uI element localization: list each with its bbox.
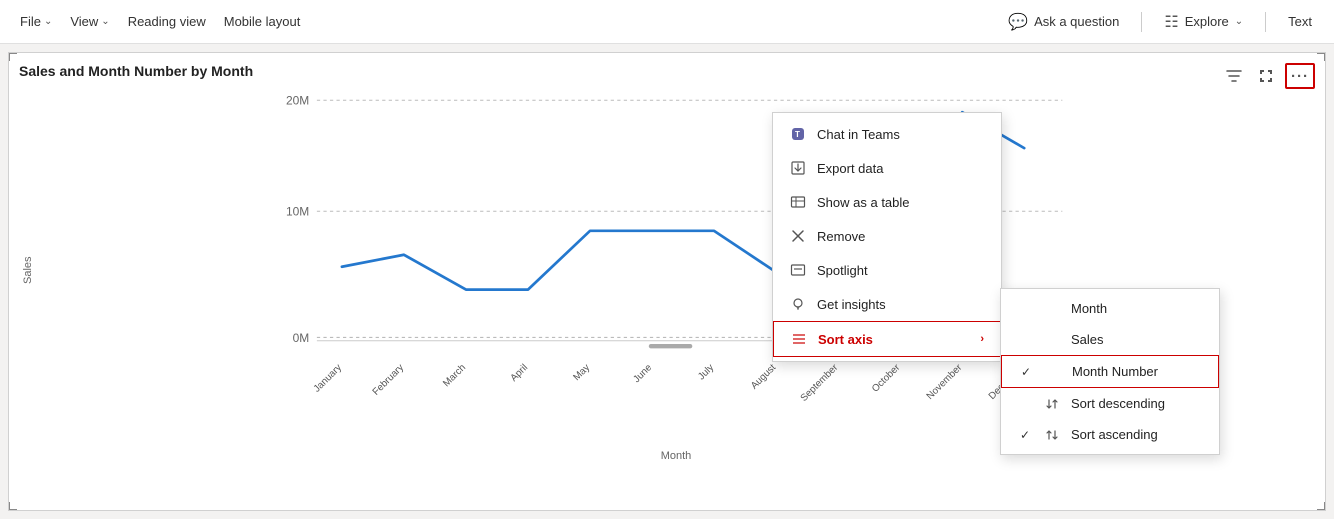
svg-text:20M: 20M <box>286 94 309 108</box>
svg-text:June: June <box>631 362 654 385</box>
file-label: File <box>20 14 41 29</box>
explore-label: Explore <box>1185 14 1229 29</box>
submenu: Month Sales ✓ Month Number Sort descendi… <box>1000 288 1220 455</box>
sales-label: Sales <box>1071 332 1203 347</box>
svg-text:10M: 10M <box>286 205 309 219</box>
submenu-sort-desc[interactable]: Sort descending <box>1001 388 1219 419</box>
export-icon <box>789 159 807 177</box>
menu-item-remove[interactable]: Remove <box>773 219 1001 253</box>
svg-text:0M: 0M <box>293 331 310 345</box>
remove-label: Remove <box>817 229 985 244</box>
ask-question-button[interactable]: 💬 Ask a question <box>998 6 1129 38</box>
chat-icon: 💬 <box>1008 12 1028 32</box>
sort-axis-arrow-icon: › <box>980 333 984 345</box>
menu-item-export-data[interactable]: Export data <box>773 151 1001 185</box>
mobile-layout-button[interactable]: Mobile layout <box>216 8 309 35</box>
corner-br <box>1317 502 1325 510</box>
divider2 <box>1265 12 1266 32</box>
submenu-sort-asc[interactable]: ✓ Sort ascending <box>1001 419 1219 450</box>
insights-icon <box>789 295 807 313</box>
divider <box>1141 12 1142 32</box>
submenu-month-number[interactable]: ✓ Month Number <box>1001 355 1219 388</box>
view-label: View <box>70 14 98 29</box>
menu-item-get-insights[interactable]: Get insights <box>773 287 1001 321</box>
menu-item-spotlight[interactable]: Spotlight <box>773 253 1001 287</box>
menu-item-chat-teams[interactable]: T Chat in Teams <box>773 117 1001 151</box>
reading-view-button[interactable]: Reading view <box>120 8 214 35</box>
svg-text:April: April <box>508 362 530 384</box>
corner-tl <box>9 53 17 61</box>
chart-title: Sales and Month Number by Month <box>19 63 1315 79</box>
corner-bl <box>9 502 17 510</box>
sort-asc-icon <box>1043 428 1061 442</box>
svg-text:T: T <box>795 130 800 139</box>
get-insights-label: Get insights <box>817 297 985 312</box>
export-data-label: Export data <box>817 161 985 176</box>
view-chevron-icon: ⌄ <box>101 16 109 27</box>
context-menu: T Chat in Teams Export data Show as a ta… <box>772 112 1002 362</box>
teams-icon: T <box>789 125 807 143</box>
submenu-month[interactable]: Month <box>1001 293 1219 324</box>
file-chevron-icon: ⌄ <box>44 16 52 27</box>
text-label: Text <box>1288 14 1312 29</box>
svg-text:March: March <box>441 362 468 389</box>
svg-text:July: July <box>696 362 716 382</box>
submenu-sales[interactable]: Sales <box>1001 324 1219 355</box>
spotlight-label: Spotlight <box>817 263 985 278</box>
sort-axis-icon <box>790 330 808 348</box>
explore-chevron-icon: ⌄ <box>1235 16 1243 27</box>
svg-text:January: January <box>312 362 344 394</box>
svg-text:August: August <box>749 362 779 392</box>
ask-question-label: Ask a question <box>1034 14 1119 29</box>
menu-item-show-table[interactable]: Show as a table <box>773 185 1001 219</box>
spotlight-icon <box>789 261 807 279</box>
sort-desc-icon <box>1043 397 1061 411</box>
main-content: Sales and Month Number by Month ··· Sale… <box>0 44 1334 519</box>
y-axis-label: Sales <box>19 85 37 455</box>
topbar-left: File ⌄ View ⌄ Reading view Mobile layout <box>12 8 994 35</box>
explore-button[interactable]: ☷ Explore ⌄ <box>1154 6 1253 38</box>
corner-tr <box>1317 53 1325 61</box>
text-button[interactable]: Text <box>1278 8 1322 35</box>
svg-text:May: May <box>571 362 592 383</box>
svg-text:September: September <box>799 362 841 404</box>
explore-icon: ☷ <box>1164 12 1178 32</box>
remove-icon <box>789 227 807 245</box>
svg-text:February: February <box>371 362 407 398</box>
sort-axis-label: Sort axis <box>818 332 970 347</box>
file-menu[interactable]: File ⌄ <box>12 8 60 35</box>
table-icon <box>789 193 807 211</box>
show-table-label: Show as a table <box>817 195 985 210</box>
chat-teams-label: Chat in Teams <box>817 127 985 142</box>
month-number-check-icon: ✓ <box>1018 365 1034 379</box>
topbar-right: 💬 Ask a question ☷ Explore ⌄ Text <box>998 6 1322 38</box>
svg-text:November: November <box>925 362 965 402</box>
menu-item-sort-axis[interactable]: Sort axis › <box>773 321 1001 357</box>
month-number-label: Month Number <box>1072 364 1202 379</box>
view-menu[interactable]: View ⌄ <box>62 8 117 35</box>
mobile-layout-label: Mobile layout <box>224 14 301 29</box>
reading-view-label: Reading view <box>128 14 206 29</box>
sort-desc-label: Sort descending <box>1071 396 1203 411</box>
svg-text:October: October <box>870 362 903 395</box>
topbar: File ⌄ View ⌄ Reading view Mobile layout… <box>0 0 1334 44</box>
sort-asc-label: Sort ascending <box>1071 427 1203 442</box>
sort-asc-check-icon: ✓ <box>1017 428 1033 442</box>
month-label: Month <box>1071 301 1203 316</box>
